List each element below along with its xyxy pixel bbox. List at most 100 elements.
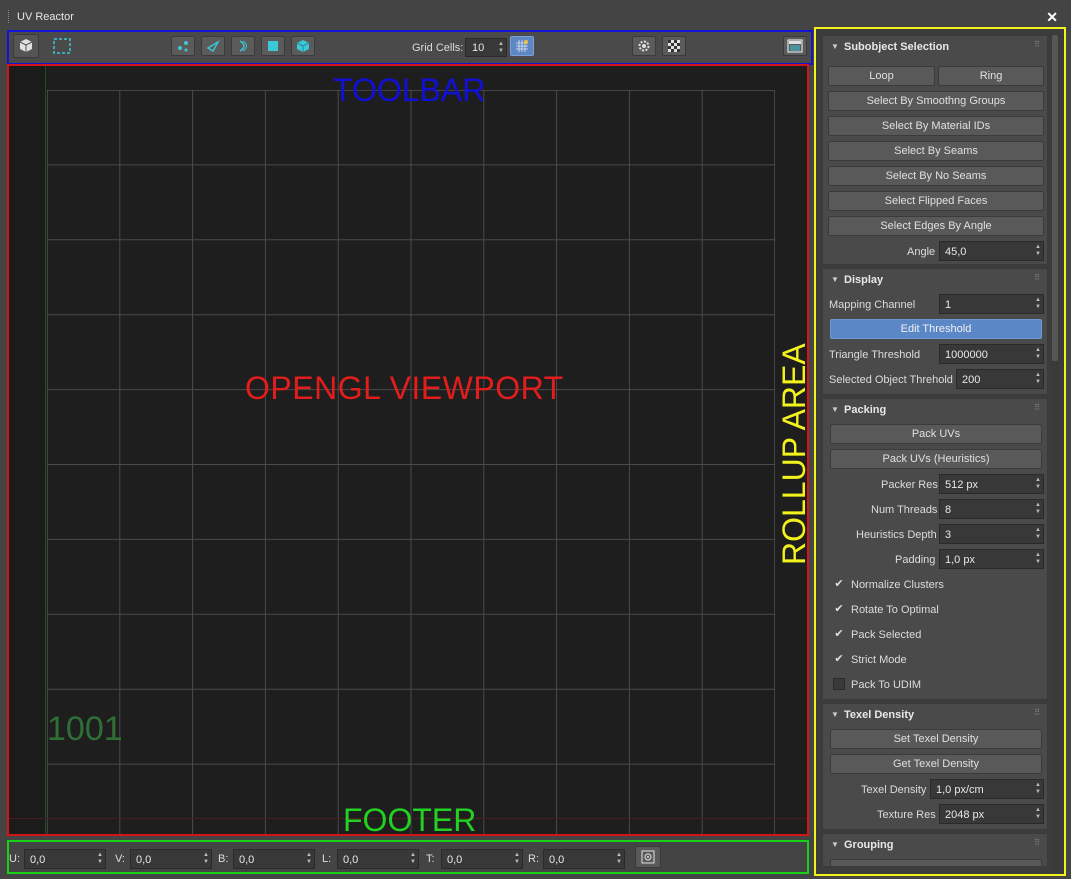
grid-settings-icon[interactable] — [510, 36, 534, 56]
set-texel-density-button[interactable]: Set Texel Density — [830, 729, 1042, 749]
spinner-arrows-icon[interactable]: ▲ ▼ — [203, 852, 209, 866]
selected-object-threshold-label: Selected Object Threhold — [829, 374, 953, 386]
rollup-header[interactable]: ▼ Packing ⠿ — [823, 399, 1047, 421]
spinner-arrows-icon[interactable]: ▲ ▼ — [1035, 297, 1041, 311]
v-spinner[interactable]: 0,0 ▲ ▼ — [130, 849, 212, 869]
drag-grip[interactable] — [8, 10, 11, 23]
angle-label: Angle — [907, 246, 936, 258]
pack-uvs-button[interactable]: Pack UVs — [830, 424, 1042, 444]
pack-to-udim-checkbox[interactable] — [833, 678, 845, 690]
select-flipped-faces-button[interactable]: Select Flipped Faces — [828, 191, 1044, 211]
spinner-arrows-icon[interactable]: ▲ ▼ — [1035, 527, 1041, 541]
rollup-header[interactable]: ▼ Texel Density ⠿ — [823, 704, 1047, 726]
spinner-arrows-icon[interactable]: ▲ ▼ — [306, 852, 312, 866]
l-spinner[interactable]: 0,0 ▲ ▼ — [337, 849, 419, 869]
collapse-triangle-icon[interactable]: ▼ — [831, 42, 839, 51]
collapse-triangle-icon[interactable]: ▼ — [831, 275, 839, 284]
pack-to-udim-label: Pack To UDIM — [851, 679, 922, 691]
view-cube-icon[interactable] — [13, 34, 39, 58]
rollup-title: Texel Density — [844, 709, 915, 721]
drag-handle-icon[interactable]: ⠿ — [1034, 40, 1040, 49]
rollup-subobject-selection: ▼ Subobject Selection ⠿ Loop Ring Select… — [822, 35, 1048, 265]
collapse-triangle-icon[interactable]: ▼ — [831, 405, 839, 414]
grouping-button[interactable] — [830, 859, 1042, 866]
rotate-to-optimal-checkbox[interactable]: ✔ — [833, 603, 845, 615]
u-spinner[interactable]: 0,0 ▲ ▼ — [24, 849, 106, 869]
num-threads-spinner[interactable]: 8 ▲ ▼ — [939, 499, 1044, 519]
spinner-arrows-icon[interactable]: ▲ ▼ — [1035, 477, 1041, 491]
spinner-arrows-icon[interactable]: ▲ ▼ — [498, 41, 504, 55]
checker-icon[interactable] — [662, 36, 686, 56]
drag-handle-icon[interactable]: ⠿ — [1034, 403, 1040, 412]
spinner-arrows-icon[interactable]: ▲ ▼ — [1035, 244, 1041, 258]
select-smoothing-groups-button[interactable]: Select By Smoothng Groups — [828, 91, 1044, 111]
uv-grid — [47, 90, 775, 834]
padding-spinner[interactable]: 1,0 px ▲ ▼ — [939, 549, 1044, 569]
strict-mode-checkbox[interactable]: ✔ — [833, 653, 845, 665]
drag-handle-icon[interactable]: ⠿ — [1034, 838, 1040, 847]
rollup-header[interactable]: ▼ Grouping ⠿ — [823, 834, 1047, 856]
rollup-header[interactable]: ▼ Subobject Selection ⠿ — [823, 36, 1047, 58]
texture-res-label: Texture Res — [877, 809, 936, 821]
spinner-arrows-icon[interactable]: ▲ ▼ — [97, 852, 103, 866]
spinner-arrows-icon[interactable]: ▲ ▼ — [1035, 347, 1041, 361]
select-edges-by-angle-button[interactable]: Select Edges By Angle — [828, 216, 1044, 236]
t-spinner[interactable]: 0,0 ▲ ▼ — [441, 849, 523, 869]
select-no-seams-button[interactable]: Select By No Seams — [828, 166, 1044, 186]
opengl-viewport[interactable] — [7, 64, 809, 836]
spinner-arrows-icon[interactable]: ▲ ▼ — [1035, 807, 1041, 821]
element-mode-icon[interactable] — [291, 36, 315, 56]
l-value: 0,0 — [343, 854, 359, 866]
texture-res-spinner[interactable]: 2048 px ▲ ▼ — [939, 804, 1044, 824]
drag-handle-icon[interactable]: ⠿ — [1034, 273, 1040, 282]
selected-object-threshold-spinner[interactable]: 200 ▲ ▼ — [956, 369, 1044, 389]
selection-rect-icon[interactable] — [49, 34, 75, 58]
rollup-header[interactable]: ▼ Display ⠿ — [823, 269, 1047, 291]
settings-gear-icon[interactable] — [632, 36, 656, 56]
ring-button[interactable]: Ring — [938, 66, 1044, 86]
spinner-arrows-icon[interactable]: ▲ ▼ — [410, 852, 416, 866]
r-label: R: — [528, 853, 539, 865]
center-view-icon[interactable] — [635, 846, 661, 868]
drag-handle-icon[interactable]: ⠿ — [1034, 708, 1040, 717]
loop-button[interactable]: Loop — [828, 66, 935, 86]
rollup-title: Display — [844, 274, 884, 286]
grid-cells-spinner[interactable]: 10 ▲ ▼ — [465, 38, 507, 57]
toolbar: Grid Cells: 10 ▲ ▼ — [7, 30, 813, 65]
spinner-arrows-icon[interactable]: ▲ ▼ — [616, 852, 622, 866]
spinner-arrows-icon[interactable]: ▲ ▼ — [1035, 372, 1041, 386]
u-value: 0,0 — [30, 854, 46, 866]
collapse-triangle-icon[interactable]: ▼ — [831, 710, 839, 719]
face-mode-icon[interactable] — [261, 36, 285, 56]
normalize-clusters-checkbox[interactable]: ✔ — [833, 578, 845, 590]
r-spinner[interactable]: 0,0 ▲ ▼ — [543, 849, 625, 869]
seam-mode-icon[interactable] — [231, 36, 255, 56]
spinner-arrows-icon[interactable]: ▲ ▼ — [1035, 502, 1041, 516]
pack-uvs-heuristics-button[interactable]: Pack UVs (Heuristics) — [830, 449, 1042, 469]
edit-threshold-button[interactable]: Edit Threshold — [830, 319, 1042, 339]
edge-mode-icon[interactable] — [201, 36, 225, 56]
triangle-threshold-spinner[interactable]: 1000000 ▲ ▼ — [939, 344, 1044, 364]
v-label: V: — [115, 853, 125, 865]
get-texel-density-button[interactable]: Get Texel Density — [830, 754, 1042, 774]
angle-spinner[interactable]: 45,0 ▲ ▼ — [939, 241, 1044, 261]
heuristics-depth-value: 3 — [945, 529, 952, 541]
mapping-channel-spinner[interactable]: 1 ▲ ▼ — [939, 294, 1044, 314]
packer-res-spinner[interactable]: 512 px ▲ ▼ — [939, 474, 1044, 494]
spinner-arrows-icon[interactable]: ▲ ▼ — [1035, 552, 1041, 566]
select-material-ids-button[interactable]: Select By Material IDs — [828, 116, 1044, 136]
panel-toggle-icon[interactable] — [783, 36, 807, 56]
heuristics-depth-spinner[interactable]: 3 ▲ ▼ — [939, 524, 1044, 544]
num-threads-label: Num Threads — [871, 504, 938, 516]
pack-selected-checkbox[interactable]: ✔ — [833, 628, 845, 640]
b-spinner[interactable]: 0,0 ▲ ▼ — [233, 849, 315, 869]
spinner-arrows-icon[interactable]: ▲ ▼ — [1035, 782, 1041, 796]
close-icon[interactable]: ✕ — [1046, 9, 1058, 26]
select-seams-button[interactable]: Select By Seams — [828, 141, 1044, 161]
scrollbar-thumb[interactable] — [1052, 35, 1058, 361]
vertex-mode-icon[interactable] — [171, 36, 195, 56]
texel-density-spinner[interactable]: 1,0 px/cm ▲ ▼ — [930, 779, 1044, 799]
spinner-arrows-icon[interactable]: ▲ ▼ — [514, 852, 520, 866]
collapse-triangle-icon[interactable]: ▼ — [831, 840, 839, 849]
rollup-scrollbar[interactable] — [1051, 35, 1059, 870]
